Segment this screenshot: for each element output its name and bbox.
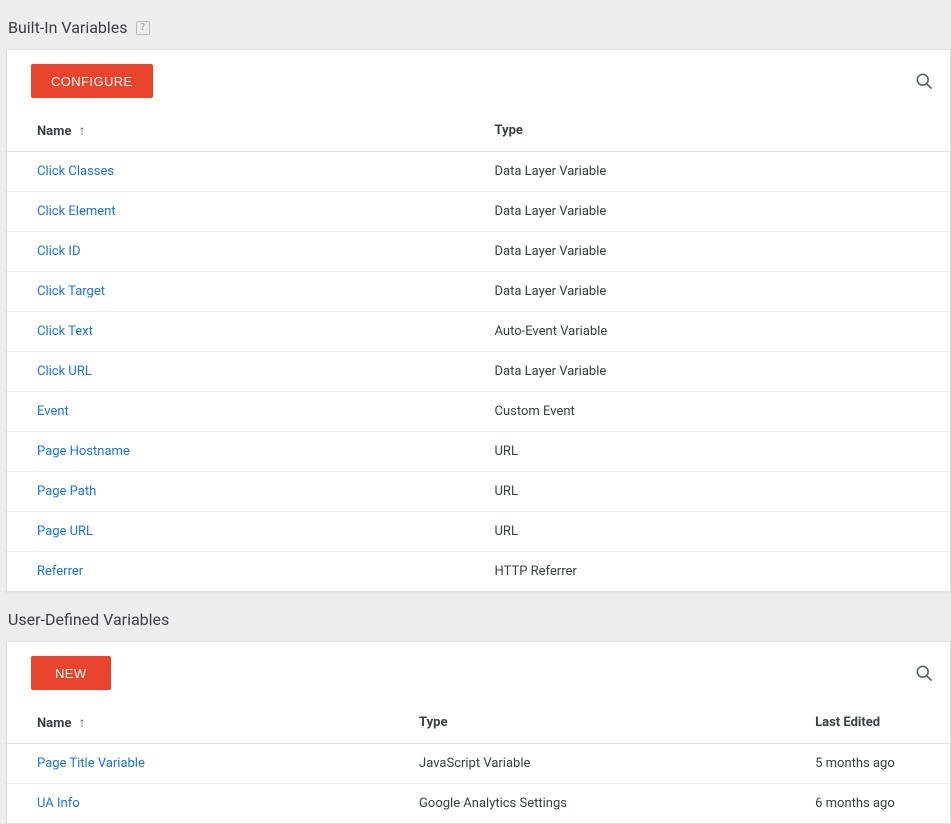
variable-type: Data Layer Variable — [479, 232, 951, 272]
col-label: Name — [37, 716, 71, 731]
user-col-last-edited[interactable]: Last Edited — [799, 704, 950, 744]
table-row[interactable]: Click Text Auto-Event Variable — [7, 312, 950, 352]
variable-type: URL — [479, 512, 951, 552]
table-row[interactable]: Click ID Data Layer Variable — [7, 232, 950, 272]
variable-type: URL — [479, 432, 951, 472]
variable-type: Custom Event — [479, 392, 951, 432]
built-in-col-type[interactable]: Type — [479, 112, 951, 152]
variable-last-edited: 6 months ago — [799, 784, 950, 824]
variable-link[interactable]: Page Title Variable — [37, 756, 145, 771]
variable-type: Data Layer Variable — [479, 272, 951, 312]
user-defined-section-label: User-Defined Variables — [8, 610, 169, 629]
configure-button[interactable]: CONFIGURE — [31, 64, 153, 98]
table-row[interactable]: Click Classes Data Layer Variable — [7, 152, 950, 192]
variable-type: JavaScript Variable — [403, 744, 799, 784]
variable-link[interactable]: Page URL — [37, 524, 93, 539]
variable-link[interactable]: Click Classes — [37, 164, 114, 179]
built-in-toolbar: CONFIGURE — [7, 50, 950, 112]
sort-asc-icon: ↑ — [79, 122, 86, 139]
table-row[interactable]: Page Hostname URL — [7, 432, 950, 472]
user-defined-panel: NEW Name ↑ Type Last Edited — [6, 641, 951, 824]
user-defined-toolbar: NEW — [7, 642, 950, 704]
col-label: Name — [37, 124, 71, 139]
table-row[interactable]: Referrer HTTP Referrer — [7, 552, 950, 592]
sort-asc-icon: ↑ — [79, 714, 86, 731]
variable-link[interactable]: Click Target — [37, 284, 105, 299]
built-in-section-title: Built-In Variables ? — [0, 0, 951, 49]
variable-type: Data Layer Variable — [479, 192, 951, 232]
variable-type: URL — [479, 472, 951, 512]
search-icon[interactable] — [914, 663, 934, 683]
table-row[interactable]: Event Custom Event — [7, 392, 950, 432]
user-col-type[interactable]: Type — [403, 704, 799, 744]
variable-type: Google Analytics Settings — [403, 784, 799, 824]
table-row[interactable]: UA Info Google Analytics Settings6 months… — [7, 784, 950, 824]
table-row[interactable]: Page Title Variable JavaScript Variable5 … — [7, 744, 950, 784]
user-defined-table: Name ↑ Type Last Edited Page Title Varia… — [7, 704, 950, 823]
table-row[interactable]: Page Path URL — [7, 472, 950, 512]
variable-last-edited: 5 months ago — [799, 744, 950, 784]
col-label: Type — [419, 715, 447, 730]
built-in-table: Name ↑ Type Click Classes Data Layer Vari… — [7, 112, 950, 591]
table-row[interactable]: Click URL Data Layer Variable — [7, 352, 950, 392]
table-row[interactable]: Page URL URL — [7, 512, 950, 552]
variable-link[interactable]: Click ID — [37, 244, 80, 259]
variable-link[interactable]: Event — [37, 404, 69, 419]
variable-link[interactable]: Referrer — [37, 564, 83, 579]
built-in-panel: CONFIGURE Name ↑ Type Click Classes Data … — [6, 49, 951, 592]
variable-type: Auto-Event Variable — [479, 312, 951, 352]
variable-type: Data Layer Variable — [479, 152, 951, 192]
variable-link[interactable]: Click URL — [37, 364, 92, 379]
variable-link[interactable]: Click Element — [37, 204, 116, 219]
built-in-col-name[interactable]: Name ↑ — [7, 112, 479, 152]
col-label: Type — [495, 123, 523, 138]
user-col-name[interactable]: Name ↑ — [7, 704, 403, 744]
user-defined-section-title: User-Defined Variables — [0, 592, 951, 641]
col-label: Last Edited — [815, 715, 880, 730]
help-icon[interactable]: ? — [136, 21, 150, 35]
table-row[interactable]: Click Element Data Layer Variable — [7, 192, 950, 232]
variable-link[interactable]: Click Text — [37, 324, 93, 339]
table-row[interactable]: Click Target Data Layer Variable — [7, 272, 950, 312]
variable-link[interactable]: Page Path — [37, 484, 96, 499]
built-in-section-label: Built-In Variables — [8, 18, 128, 37]
new-button[interactable]: NEW — [31, 656, 111, 690]
variable-type: Data Layer Variable — [479, 352, 951, 392]
variable-link[interactable]: Page Hostname — [37, 444, 130, 459]
variable-link[interactable]: UA Info — [37, 796, 80, 811]
variable-type: HTTP Referrer — [479, 552, 951, 592]
search-icon[interactable] — [914, 71, 934, 91]
